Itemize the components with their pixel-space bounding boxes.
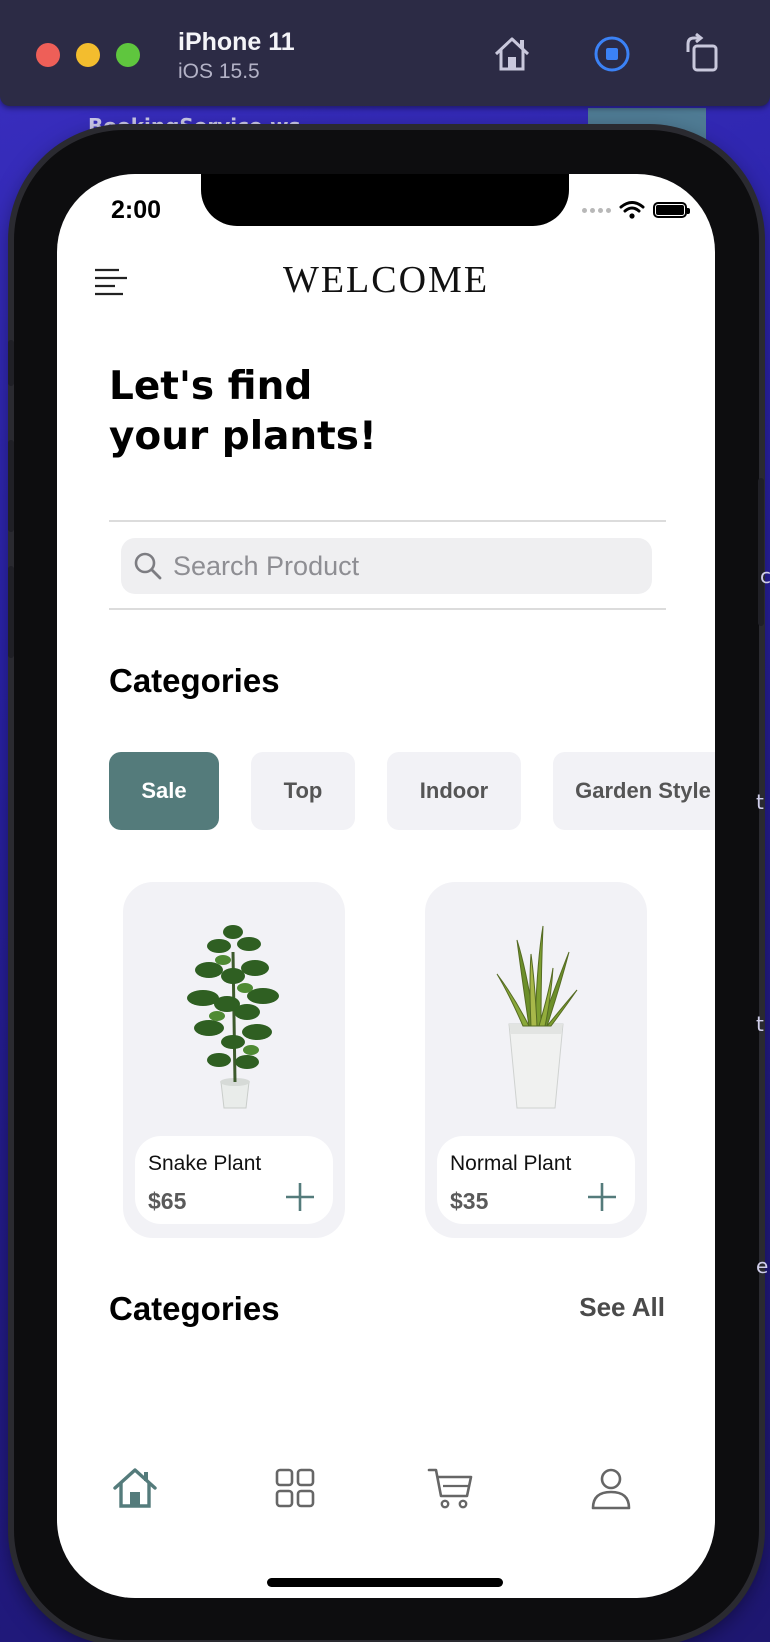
- grid-icon[interactable]: [271, 1464, 319, 1512]
- background-fragment: t: [756, 790, 764, 814]
- product-name: Normal Plant: [450, 1152, 572, 1175]
- product-card-snake-plant[interactable]: Snake Plant $65: [123, 882, 345, 1238]
- search-icon: [134, 552, 162, 580]
- product-price: $35: [450, 1188, 489, 1214]
- home-icon[interactable]: [111, 1464, 159, 1512]
- app-screen: 2:00 WELCOME Let's find your plants! Cat…: [57, 174, 715, 1598]
- cellular-signal-icon: [582, 207, 611, 213]
- chip-top[interactable]: Top: [251, 752, 355, 830]
- product-info: Snake Plant $65: [135, 1136, 333, 1224]
- mute-switch: [8, 340, 14, 386]
- home-indicator[interactable]: [267, 1578, 503, 1587]
- search-bar[interactable]: [121, 538, 652, 594]
- battery-icon: [653, 202, 690, 218]
- status-icons: [582, 200, 690, 220]
- home-icon[interactable]: [490, 32, 534, 76]
- see-all-link[interactable]: See All: [579, 1292, 665, 1323]
- search-input[interactable]: [171, 549, 615, 583]
- second-categories-title: Categories: [109, 1290, 280, 1327]
- product-info: Normal Plant $35: [437, 1136, 635, 1224]
- product-price: $65: [148, 1188, 187, 1214]
- cart-icon[interactable]: [427, 1464, 475, 1512]
- product-card-normal-plant[interactable]: Normal Plant $35: [425, 882, 647, 1238]
- simulator-title-bar: iPhone 11 iOS 15.5: [0, 0, 770, 106]
- chip-indoor[interactable]: Indoor: [387, 752, 521, 830]
- search-top-divider: [109, 520, 666, 522]
- background-fragment: t: [756, 1012, 764, 1036]
- rotate-icon[interactable]: [680, 32, 724, 76]
- plant-image: [496, 925, 578, 1109]
- background-fragment: c: [760, 564, 770, 588]
- status-time: 2:00: [111, 196, 162, 224]
- page-title: WELCOME: [282, 259, 490, 301]
- device-os-version: iOS 15.5: [178, 60, 260, 83]
- background-fragment: e: [756, 1254, 769, 1278]
- chip-garden-style[interactable]: Garden Style: [553, 752, 715, 830]
- chip-sale[interactable]: Sale: [109, 752, 219, 830]
- volume-up-button: [8, 440, 14, 532]
- notch: [201, 174, 569, 226]
- device-name: iPhone 11: [178, 28, 295, 56]
- search-bottom-divider: [109, 608, 666, 610]
- hero-headline: Let's find your plants!: [109, 362, 429, 462]
- profile-icon[interactable]: [587, 1464, 635, 1512]
- product-name: Snake Plant: [148, 1152, 262, 1175]
- category-chips: Sale Top Indoor Garden Style: [109, 752, 715, 830]
- categories-title: Categories: [109, 662, 280, 699]
- power-button: [758, 478, 764, 626]
- minimize-window-button[interactable]: [76, 43, 100, 67]
- add-to-cart-plus-icon[interactable]: [283, 1180, 317, 1214]
- plant-image: [187, 925, 279, 1109]
- add-to-cart-plus-icon[interactable]: [585, 1180, 619, 1214]
- hero-line-1: Let's find: [109, 364, 313, 409]
- hero-line-2: your plants!: [109, 414, 377, 459]
- zoom-window-button[interactable]: [116, 43, 140, 67]
- stop-recording-icon[interactable]: [590, 32, 634, 76]
- close-window-button[interactable]: [36, 43, 60, 67]
- volume-down-button: [8, 566, 14, 658]
- wifi-icon: [619, 201, 645, 219]
- bottom-tab-bar: [57, 1464, 715, 1524]
